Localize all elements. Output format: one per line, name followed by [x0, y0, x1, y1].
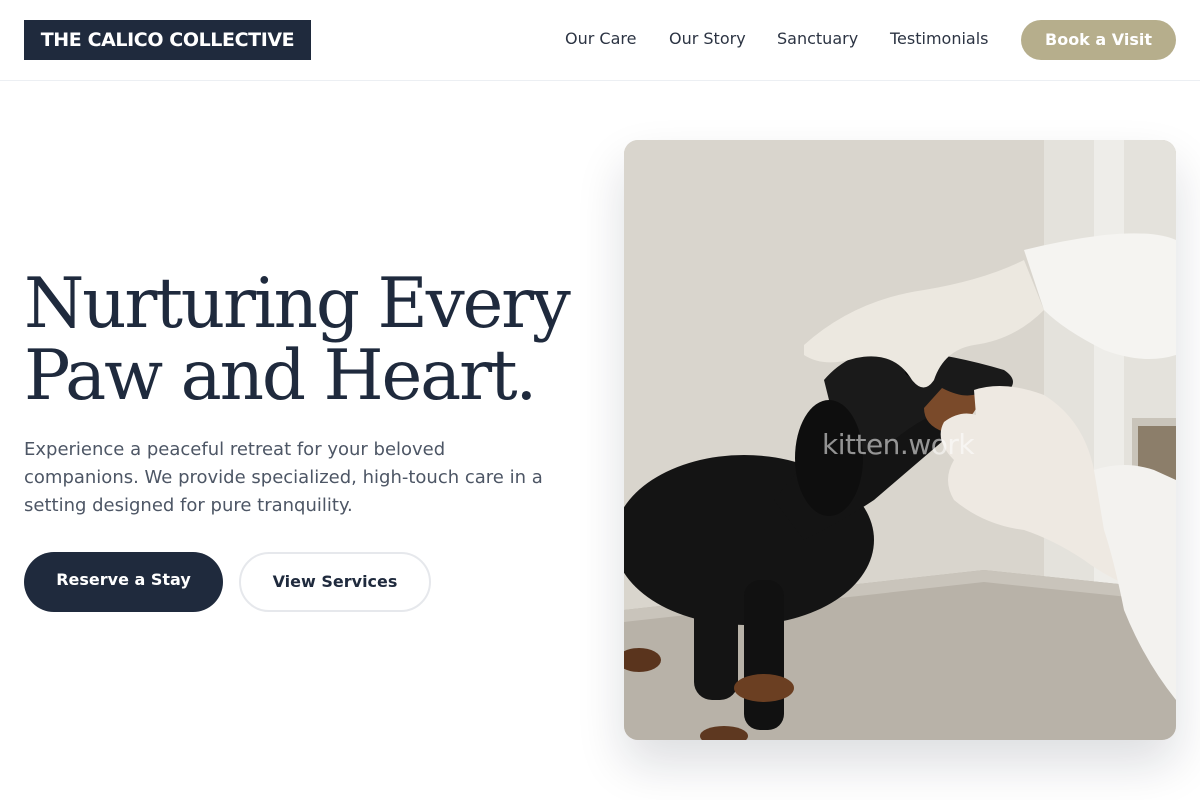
view-services-button[interactable]: View Services	[239, 552, 431, 612]
nav-link-our-story[interactable]: Our Story	[669, 29, 746, 49]
book-visit-button[interactable]: Book a Visit	[1021, 20, 1176, 60]
site-header: THE CALICO COLLECTIVE Our Care Our Story…	[0, 0, 1200, 81]
image-watermark: kitten.work	[822, 428, 975, 461]
hero-image-dog-vet-checkup: kitten.work	[624, 140, 1176, 740]
hero-title: Nurturing Every Paw and Heart.	[24, 268, 584, 412]
main-nav: Our Care Our Story Sanctuary Testimonial…	[0, 0, 1200, 80]
hero-subtitle: Experience a peaceful retreat for your b…	[24, 439, 543, 516]
hero-title-line-1: Nurturing Every	[24, 264, 571, 344]
nav-link-testimonials[interactable]: Testimonials	[890, 29, 989, 49]
hero-title-line-2: Paw and Heart.	[24, 336, 537, 416]
nav-link-our-care[interactable]: Our Care	[565, 29, 636, 49]
nav-link-sanctuary[interactable]: Sanctuary	[777, 29, 858, 49]
reserve-stay-button[interactable]: Reserve a Stay	[24, 552, 223, 612]
